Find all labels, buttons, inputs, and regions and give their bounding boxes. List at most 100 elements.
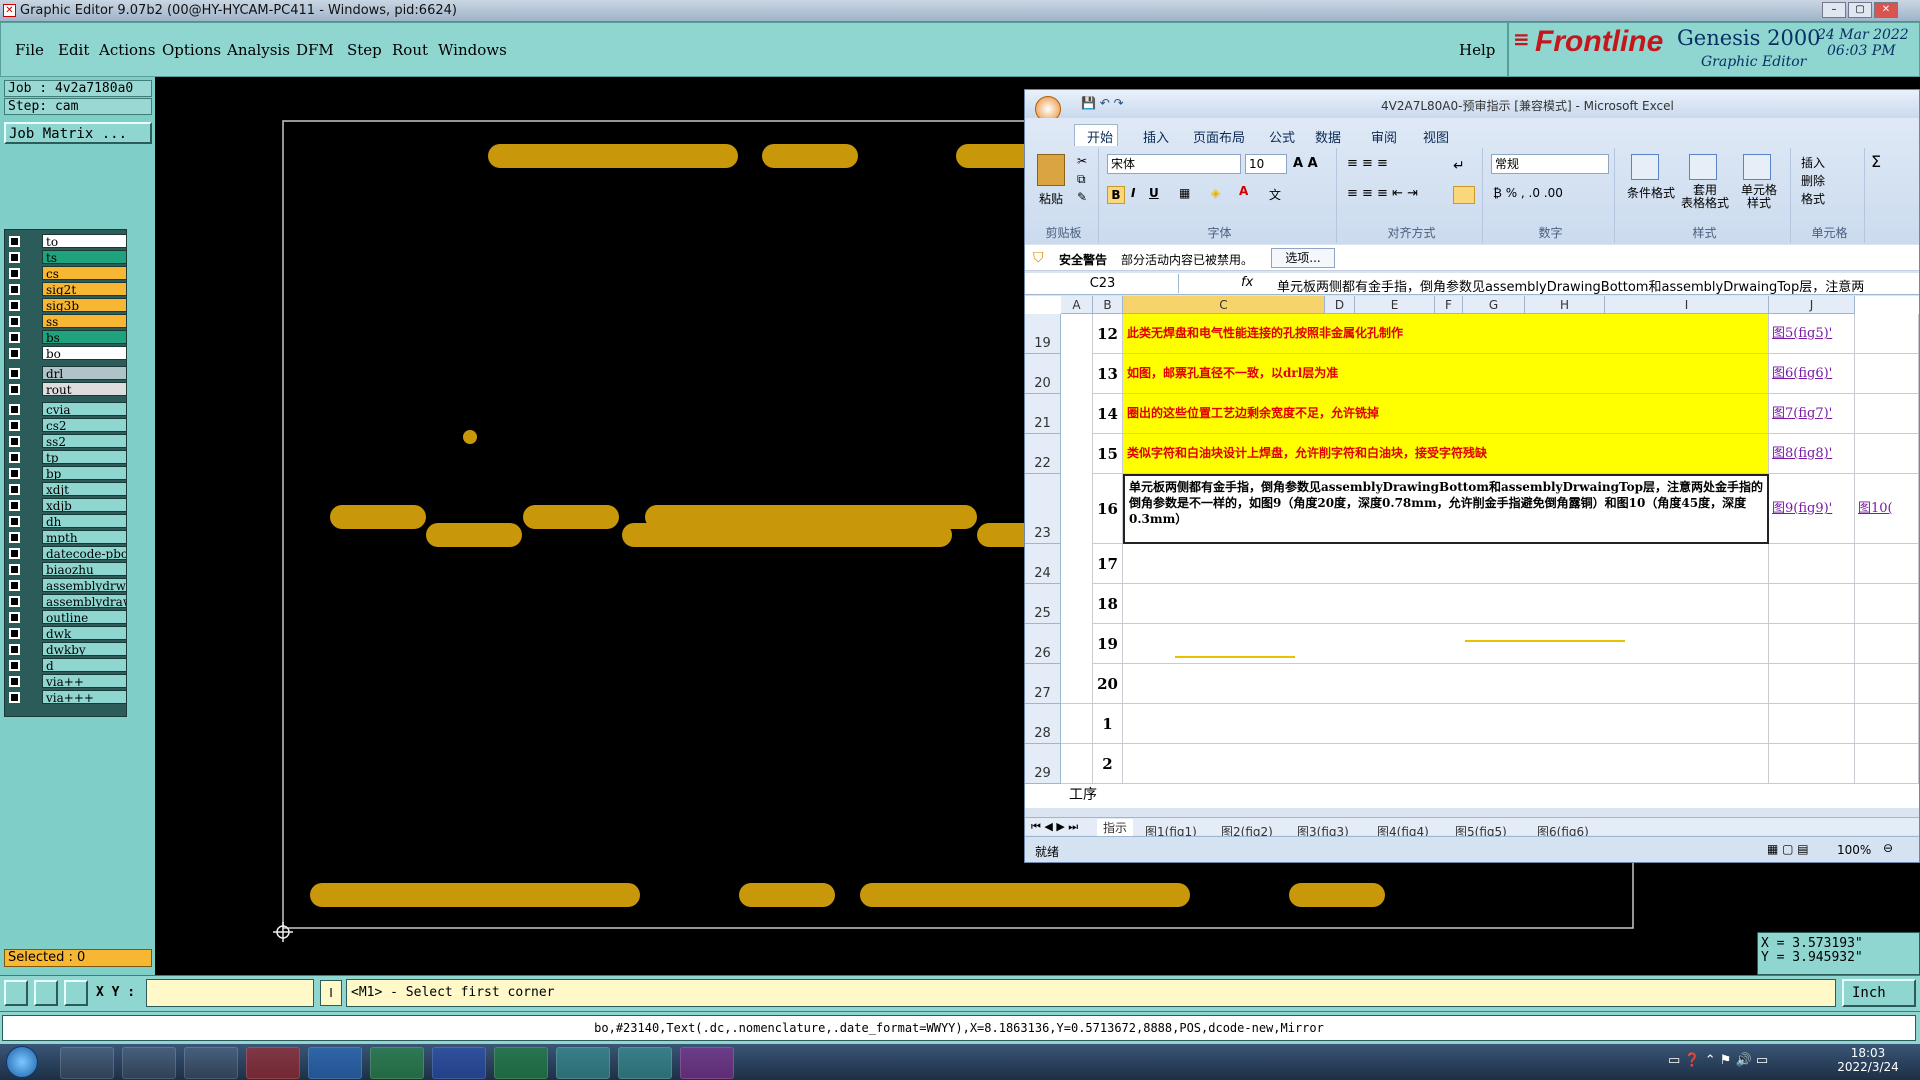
layer-row[interactable]: datecode-pbo <box>5 546 128 561</box>
cell-seq[interactable]: 18 <box>1093 584 1123 624</box>
tab-insert[interactable]: 插入 <box>1143 127 1169 146</box>
cell-a[interactable] <box>1061 664 1093 704</box>
measure-icon[interactable] <box>34 980 58 1006</box>
layer-name[interactable]: assemblydrwa <box>42 578 127 592</box>
layer-row[interactable]: ss <box>5 314 128 329</box>
layer-name[interactable]: xdjb <box>42 498 127 512</box>
layer-name[interactable]: cs <box>42 266 127 280</box>
layer-row[interactable]: assemblydraw <box>5 594 128 609</box>
cell-link-2[interactable] <box>1855 744 1919 784</box>
column-header[interactable]: I <box>1605 296 1769 314</box>
layer-name[interactable]: mpth <box>42 530 127 544</box>
column-header[interactable]: D <box>1325 296 1355 314</box>
layer-row[interactable]: d <box>5 658 128 673</box>
tray-icons[interactable]: ▭ ❓ ⌃ ⚑ 🔊 ▭ <box>1668 1053 1768 1068</box>
layer-checkbox[interactable] <box>9 300 20 311</box>
cell-seq[interactable]: 14 <box>1093 394 1123 434</box>
cell-link-2[interactable] <box>1855 584 1919 624</box>
layer-checkbox[interactable] <box>9 532 20 543</box>
layer-checkbox[interactable] <box>9 420 20 431</box>
layer-name[interactable]: cs2 <box>42 418 127 432</box>
layer-name[interactable]: dwkby <box>42 642 127 656</box>
column-header[interactable]: C <box>1123 296 1325 314</box>
cell-instruction[interactable] <box>1123 584 1769 624</box>
taskbar-genesis-icon[interactable] <box>556 1047 610 1079</box>
column-header[interactable]: G <box>1463 296 1525 314</box>
taskbar-genesis2-icon[interactable] <box>618 1047 672 1079</box>
cell-link[interactable] <box>1769 544 1855 584</box>
layer-row[interactable]: bs <box>5 330 128 345</box>
layer-checkbox[interactable] <box>9 580 20 591</box>
layer-row[interactable]: dwkby <box>5 642 128 657</box>
layer-checkbox[interactable] <box>9 564 20 575</box>
layer-row[interactable]: biaozhu <box>5 562 128 577</box>
layer-row[interactable]: assemblydrwa <box>5 578 128 593</box>
layer-row[interactable]: bp <box>5 466 128 481</box>
column-header[interactable]: J <box>1769 296 1855 314</box>
column-header[interactable]: H <box>1525 296 1605 314</box>
font-size-select[interactable]: 10 <box>1245 154 1287 174</box>
sigma-icon[interactable]: Σ <box>1871 152 1881 171</box>
cell-seq[interactable]: 12 <box>1093 314 1123 354</box>
cell-a[interactable] <box>1061 314 1093 354</box>
menu-step[interactable]: Step <box>347 41 382 59</box>
zoom-out-icon[interactable]: ⊖ <box>1883 841 1893 855</box>
cell-seq[interactable]: 19 <box>1093 624 1123 664</box>
cell-instruction[interactable]: 圈出的这些位置工艺边剩余宽度不足，允许铣掉 <box>1123 394 1769 434</box>
font-color-icon[interactable]: A <box>1239 184 1248 198</box>
layer-name[interactable]: outline <box>42 610 127 624</box>
cell-instruction[interactable] <box>1123 664 1769 704</box>
layer-checkbox[interactable] <box>9 452 20 463</box>
insert-cells-button[interactable]: 插入 <box>1801 154 1825 171</box>
taskbar-green-app-icon[interactable] <box>370 1047 424 1079</box>
xy-input[interactable] <box>146 979 314 1007</box>
cell-link-2[interactable]: 图10( <box>1855 474 1919 544</box>
cell-seq[interactable]: 13 <box>1093 354 1123 394</box>
wrap-text-icon[interactable]: ↵ <box>1453 158 1465 174</box>
cell-link-2[interactable] <box>1855 434 1919 474</box>
row-header[interactable]: 26 <box>1025 624 1061 664</box>
layer-row[interactable]: ts <box>5 250 128 265</box>
sheet-tab[interactable]: 指示 <box>1097 819 1134 836</box>
maximize-button[interactable]: ▢ <box>1848 2 1872 18</box>
row-header[interactable]: 22 <box>1025 434 1061 474</box>
security-options-button[interactable]: 选项... <box>1271 248 1335 268</box>
layer-checkbox[interactable] <box>9 332 20 343</box>
layer-name[interactable]: assemblydraw <box>42 594 127 608</box>
number-format-select[interactable]: 常规 <box>1491 154 1609 174</box>
layer-checkbox[interactable] <box>9 252 20 263</box>
layer-name[interactable]: cvia <box>42 402 127 416</box>
layer-name[interactable]: drl <box>42 366 127 380</box>
function-icon[interactable]: fx <box>1241 275 1253 290</box>
layer-row[interactable]: cvia <box>5 402 128 417</box>
layer-checkbox[interactable] <box>9 404 20 415</box>
layer-name[interactable]: xdjt <box>42 482 127 496</box>
align-left-icon[interactable]: ≡ ≡ ≡ ⇤ ⇥ <box>1347 186 1418 201</box>
menu-rout[interactable]: Rout <box>392 41 428 59</box>
row-header[interactable]: 29 <box>1025 744 1061 784</box>
cell-a[interactable] <box>1061 354 1093 394</box>
currency-icon[interactable]: ₿ % , .0 .00 <box>1493 186 1563 200</box>
format-table-icon[interactable] <box>1689 154 1717 180</box>
close-button[interactable]: ✕ <box>1874 2 1898 18</box>
name-box[interactable]: C23 <box>1027 274 1179 293</box>
minimize-button[interactable]: – <box>1822 2 1846 18</box>
row-header[interactable]: 24 <box>1025 544 1061 584</box>
grow-font-icon[interactable]: A A <box>1293 156 1318 171</box>
job-matrix-button[interactable]: Job Matrix ... <box>4 122 152 144</box>
delete-cells-button[interactable]: 删除 <box>1801 172 1825 189</box>
layer-checkbox[interactable] <box>9 676 20 687</box>
layer-checkbox[interactable] <box>9 692 20 703</box>
cell-link-2[interactable] <box>1855 544 1919 584</box>
layer-checkbox[interactable] <box>9 468 20 479</box>
cell-link[interactable]: 图7(fig7)' <box>1769 394 1855 434</box>
menu-dfm[interactable]: DFM <box>296 41 334 59</box>
layer-checkbox[interactable] <box>9 284 20 295</box>
layer-name[interactable]: ss <box>42 314 127 328</box>
paste-icon[interactable] <box>1037 154 1065 186</box>
layer-name[interactable]: biaozhu <box>42 562 127 576</box>
layer-row[interactable]: tp <box>5 450 128 465</box>
sheet-grid[interactable]: A B C D E F G H I J 19 12 此类无焊盘和电气性能连接的孔按照非金属化孔制作 图5(… <box>1025 296 1919 808</box>
layer-row[interactable]: drl <box>5 366 128 381</box>
cell-link-2[interactable] <box>1855 354 1919 394</box>
